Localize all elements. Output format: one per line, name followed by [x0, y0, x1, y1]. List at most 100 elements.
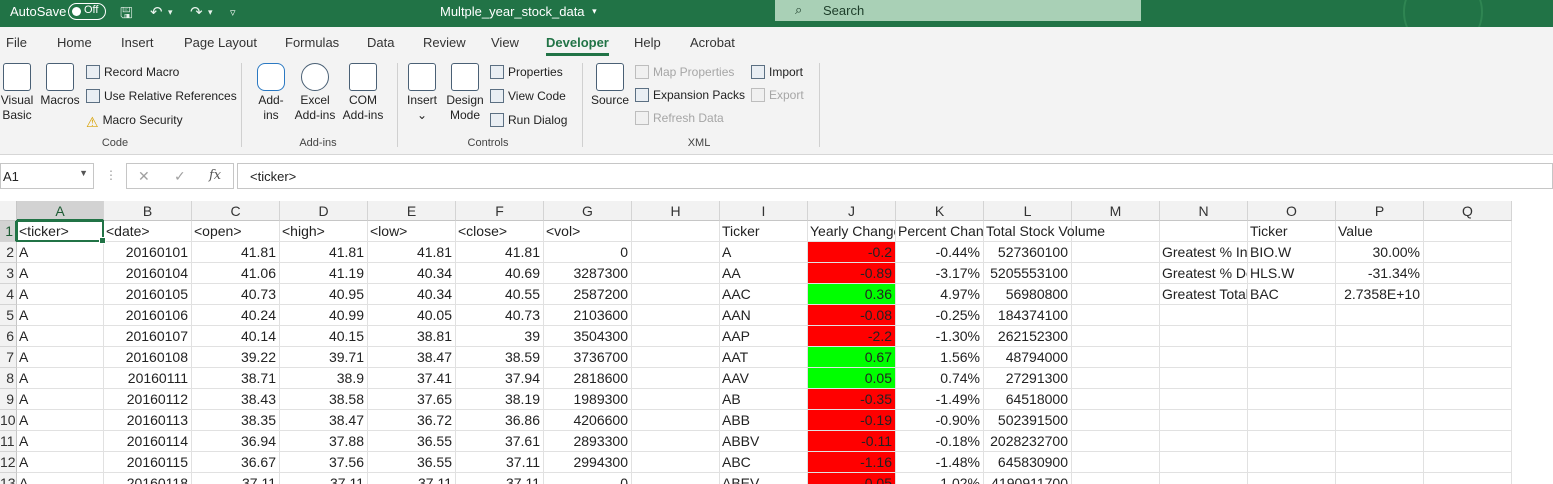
cell-p8[interactable] — [1336, 368, 1424, 389]
column-header-k[interactable]: K — [896, 201, 984, 221]
cell-f3[interactable]: 40.69 — [456, 263, 544, 284]
column-header-h[interactable]: H — [632, 201, 720, 221]
name-box[interactable]: A1 ▼ — [0, 163, 94, 189]
cell-p10[interactable] — [1336, 410, 1424, 431]
cell-o1[interactable]: Ticker — [1248, 221, 1336, 242]
cell-l7[interactable]: 48794000 — [984, 347, 1072, 368]
cell-b7[interactable]: 20160108 — [104, 347, 192, 368]
cell-f2[interactable]: 41.81 — [456, 242, 544, 263]
cell-d3[interactable]: 41.19 — [280, 263, 368, 284]
cell-k1[interactable]: Percent Change — [896, 221, 984, 242]
map-properties-button[interactable]: Map Properties — [635, 65, 734, 79]
tab-developer[interactable]: Developer — [546, 35, 609, 56]
cell-c10[interactable]: 38.35 — [192, 410, 280, 431]
cell-i2[interactable]: A — [720, 242, 808, 263]
excel-addins-button[interactable]: Excel Add-ins — [292, 63, 338, 123]
row-header-3[interactable]: 3 — [0, 263, 17, 284]
column-header-n[interactable]: N — [1160, 201, 1248, 221]
cell-o12[interactable] — [1248, 452, 1336, 473]
select-all-corner[interactable] — [0, 201, 17, 221]
cell-g10[interactable]: 4206600 — [544, 410, 632, 431]
cell-n4[interactable]: Greatest Total Volume — [1160, 284, 1248, 305]
cell-k2[interactable]: -0.44% — [896, 242, 984, 263]
cell-a3[interactable]: A — [17, 263, 104, 284]
cell-p1[interactable]: Value — [1336, 221, 1424, 242]
cell-m5[interactable] — [1072, 305, 1160, 326]
cell-b9[interactable]: 20160112 — [104, 389, 192, 410]
tab-review[interactable]: Review — [423, 35, 466, 50]
cell-d7[interactable]: 39.71 — [280, 347, 368, 368]
cell-p13[interactable] — [1336, 473, 1424, 484]
cell-c7[interactable]: 39.22 — [192, 347, 280, 368]
insert-function-icon[interactable]: fx — [209, 168, 221, 183]
cell-l8[interactable]: 27291300 — [984, 368, 1072, 389]
cell-m7[interactable] — [1072, 347, 1160, 368]
cell-g1[interactable]: <vol> — [544, 221, 632, 242]
cell-b2[interactable]: 20160101 — [104, 242, 192, 263]
cell-g12[interactable]: 2994300 — [544, 452, 632, 473]
cell-p3[interactable]: -31.34% — [1336, 263, 1424, 284]
cell-j2[interactable]: -0.2 — [808, 242, 896, 263]
cell-n1[interactable] — [1160, 221, 1248, 242]
cell-i9[interactable]: AB — [720, 389, 808, 410]
properties-button[interactable]: Properties — [490, 65, 563, 79]
cell-l12[interactable]: 645830900 — [984, 452, 1072, 473]
tab-home[interactable]: Home — [57, 35, 92, 50]
cell-n13[interactable] — [1160, 473, 1248, 484]
cell-c3[interactable]: 41.06 — [192, 263, 280, 284]
insert-control-button[interactable]: Insert ⌄ — [404, 63, 440, 123]
cell-p2[interactable]: 30.00% — [1336, 242, 1424, 263]
cell-c1[interactable]: <open> — [192, 221, 280, 242]
cell-h9[interactable] — [632, 389, 720, 410]
cell-m9[interactable] — [1072, 389, 1160, 410]
cell-f8[interactable]: 37.94 — [456, 368, 544, 389]
autosave-toggle[interactable]: Off — [68, 3, 106, 20]
column-header-j[interactable]: J — [808, 201, 896, 221]
tab-formulas[interactable]: Formulas — [285, 35, 339, 50]
cell-b12[interactable]: 20160115 — [104, 452, 192, 473]
cell-n2[interactable]: Greatest % Increase — [1160, 242, 1248, 263]
cell-p7[interactable] — [1336, 347, 1424, 368]
cell-i7[interactable]: AAT — [720, 347, 808, 368]
cell-h8[interactable] — [632, 368, 720, 389]
refresh-data-button[interactable]: Refresh Data — [635, 111, 724, 125]
cell-j6[interactable]: -2.2 — [808, 326, 896, 347]
cell-b11[interactable]: 20160114 — [104, 431, 192, 452]
cell-o3[interactable]: HLS.W — [1248, 263, 1336, 284]
cell-n8[interactable] — [1160, 368, 1248, 389]
cell-q11[interactable] — [1424, 431, 1512, 452]
cell-d9[interactable]: 38.58 — [280, 389, 368, 410]
cell-h11[interactable] — [632, 431, 720, 452]
cell-a11[interactable]: A — [17, 431, 104, 452]
row-header-10[interactable]: 10 — [0, 410, 17, 431]
cell-c12[interactable]: 36.67 — [192, 452, 280, 473]
cell-h2[interactable] — [632, 242, 720, 263]
cell-l11[interactable]: 2028232700 — [984, 431, 1072, 452]
cell-b8[interactable]: 20160111 — [104, 368, 192, 389]
cell-k11[interactable]: -0.18% — [896, 431, 984, 452]
cell-a4[interactable]: A — [17, 284, 104, 305]
cell-q6[interactable] — [1424, 326, 1512, 347]
column-header-f[interactable]: F — [456, 201, 544, 221]
column-header-e[interactable]: E — [368, 201, 456, 221]
cell-j1[interactable]: Yearly Change — [808, 221, 896, 242]
cell-j11[interactable]: -0.11 — [808, 431, 896, 452]
cell-e2[interactable]: 41.81 — [368, 242, 456, 263]
cell-i11[interactable]: ABBV — [720, 431, 808, 452]
cell-i5[interactable]: AAN — [720, 305, 808, 326]
cell-i3[interactable]: AA — [720, 263, 808, 284]
cell-d13[interactable]: 37.11 — [280, 473, 368, 484]
cell-g7[interactable]: 3736700 — [544, 347, 632, 368]
cell-g4[interactable]: 2587200 — [544, 284, 632, 305]
cell-n11[interactable] — [1160, 431, 1248, 452]
cell-q2[interactable] — [1424, 242, 1512, 263]
cell-b1[interactable]: <date> — [104, 221, 192, 242]
cell-b6[interactable]: 20160107 — [104, 326, 192, 347]
cell-l1[interactable]: Total Stock Volume — [984, 221, 1105, 242]
row-header-6[interactable]: 6 — [0, 326, 17, 347]
cell-f13[interactable]: 37.11 — [456, 473, 544, 484]
cell-a2[interactable]: A — [17, 242, 104, 263]
cell-o4[interactable]: BAC — [1248, 284, 1336, 305]
cell-e10[interactable]: 36.72 — [368, 410, 456, 431]
com-addins-button[interactable]: COM Add-ins — [340, 63, 386, 123]
